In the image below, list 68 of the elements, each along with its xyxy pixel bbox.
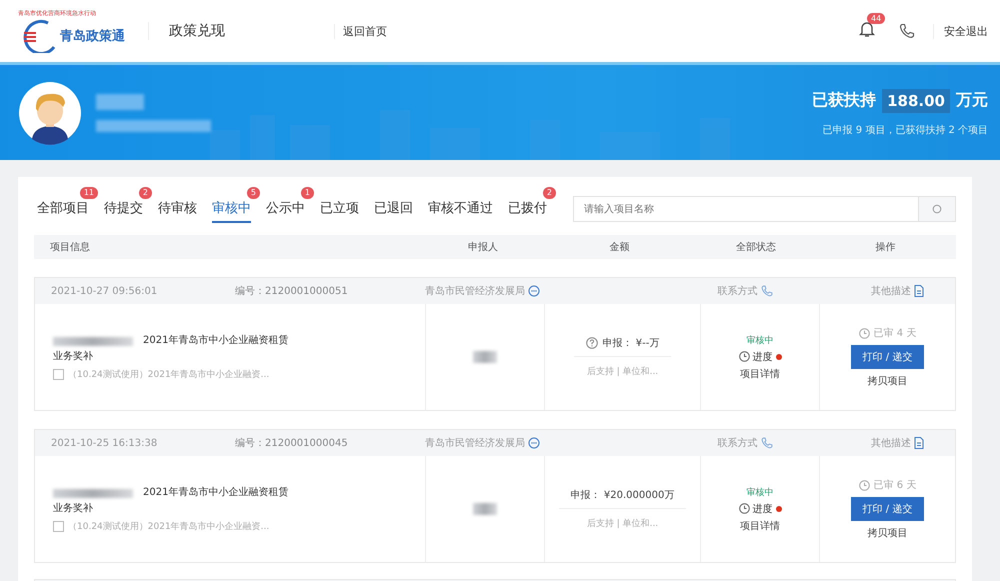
- policy-name: （10.24测试使用）2021年青岛市中小企业融资...: [68, 368, 270, 381]
- redacted-reporter: [473, 503, 497, 515]
- column-header: 项目信息: [49, 240, 91, 254]
- clock-icon: [738, 503, 750, 514]
- column-header: 申报人: [467, 240, 499, 254]
- department-name: 青岛市民管经济发展局: [425, 436, 525, 450]
- column-header: 金额: [608, 240, 630, 254]
- logout-link[interactable]: 安全退出: [933, 24, 988, 38]
- project-title[interactable]: 2021年青岛市中小企业融资租赁业务奖补: [53, 485, 293, 517]
- column-header: 操作: [874, 241, 896, 254]
- support-label: 已获扶持: [812, 90, 876, 111]
- clock-icon: [858, 480, 870, 490]
- other-label: 其他描述: [871, 436, 911, 450]
- count-badge: 2: [542, 187, 556, 199]
- requested-amount: 申报： ¥20.000000万: [570, 488, 674, 502]
- support-amount: 188.00: [882, 88, 950, 112]
- details-link[interactable]: 项目详情: [740, 366, 780, 380]
- submit-date: 2021-10-25 16:13:38: [50, 438, 158, 448]
- contact-label: 联系方式: [718, 284, 758, 298]
- requested-amount: 申报： ¥--万: [602, 336, 660, 350]
- project-number: 编号：2120001000051: [235, 284, 349, 298]
- elapsed-days: 已审 6 天: [874, 478, 916, 492]
- count-badge: 1: [300, 187, 314, 199]
- home-link[interactable]: 返回首页: [334, 24, 387, 38]
- chat-icon[interactable]: [528, 285, 540, 297]
- count-badge: 2: [138, 187, 152, 199]
- page-title: 政策兑现: [148, 22, 334, 40]
- column-header: 全部状态: [735, 240, 777, 254]
- amount-note: 后支持 | 单位和...: [586, 366, 658, 378]
- support-unit: 万元: [956, 90, 988, 111]
- copy-project-link[interactable]: 拷贝项目: [868, 526, 908, 540]
- help-icon[interactable]: [586, 337, 598, 349]
- support-summary: 已申报 9 项目，已获得扶持 2 个项目: [822, 124, 988, 136]
- phone-icon[interactable]: [899, 23, 915, 39]
- elapsed-days: 已审 4 天: [874, 326, 916, 340]
- logo-text: 青岛政策通: [60, 28, 125, 45]
- progress-link[interactable]: 进度: [738, 350, 782, 364]
- status-label: 审核中: [746, 334, 774, 346]
- notification-badge: 44: [867, 12, 886, 24]
- project-title[interactable]: 2021年青岛市中小企业融资租赁业务奖补: [53, 333, 293, 365]
- count-badge: 5: [246, 187, 260, 199]
- status-label: 审核中: [746, 486, 774, 498]
- status-tab[interactable]: 审核不通过: [428, 195, 493, 223]
- details-link[interactable]: 项目详情: [740, 518, 780, 532]
- department-name: 青岛市民管经济发展局: [425, 284, 525, 298]
- redacted-name: [96, 94, 144, 110]
- policy-name: （10.24测试使用）2021年青岛市中小企业融资...: [68, 520, 270, 533]
- search-field[interactable]: 请输入项目名称: [573, 196, 919, 222]
- submit-date: 2021-10-27 09:56:01: [50, 286, 158, 296]
- count-badge: 11: [80, 187, 98, 199]
- print-submit-button[interactable]: 打印 / 递交: [850, 345, 924, 369]
- project-number: 编号：2120001000045: [235, 436, 349, 450]
- chat-icon[interactable]: [528, 437, 540, 449]
- contact-label: 联系方式: [718, 436, 758, 450]
- status-tab[interactable]: 待审核: [158, 195, 197, 223]
- bell-icon[interactable]: [859, 20, 875, 38]
- status-tab[interactable]: 已立项: [320, 195, 359, 223]
- avatar: [18, 80, 82, 144]
- status-tab[interactable]: 已退回: [374, 195, 413, 223]
- other-label: 其他描述: [871, 284, 911, 298]
- print-submit-button[interactable]: 打印 / 递交: [850, 497, 924, 521]
- search-icon[interactable]: [932, 204, 942, 214]
- copy-project-link[interactable]: 拷贝项目: [868, 374, 908, 388]
- redacted-reporter: [473, 351, 497, 363]
- amount-note: 后支持 | 单位和...: [586, 518, 658, 530]
- progress-link[interactable]: 进度: [738, 502, 782, 516]
- clock-icon: [738, 351, 750, 362]
- clock-icon: [858, 328, 870, 338]
